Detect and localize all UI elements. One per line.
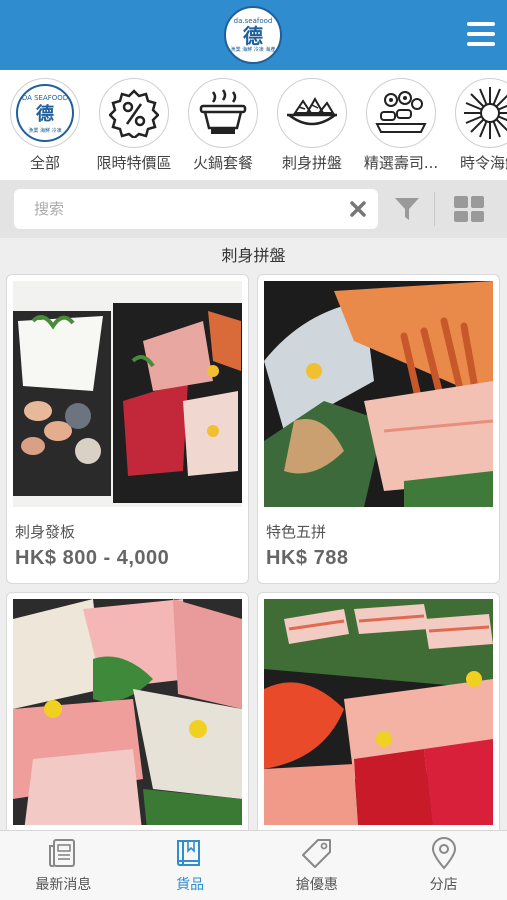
clear-icon[interactable] (348, 199, 368, 219)
product-price: HK$ 788 (266, 547, 349, 569)
svg-text:德: 德 (36, 103, 54, 125)
search-input[interactable] (14, 189, 314, 229)
logo-sub-text: 漁業 海鮮 冷凍 海產 (230, 47, 276, 53)
filter-icon[interactable] (394, 196, 420, 222)
newspaper-icon (49, 839, 76, 867)
brand-logo-icon: DA SEAFOOD 德 漁業 海鮮 冷凍 (10, 78, 80, 148)
category-label: 限時特價區 (96, 154, 172, 172)
category-label: 時令海鮮 (459, 154, 507, 172)
product-photo[interactable] (13, 281, 242, 507)
product-name[interactable]: 特色五拼 (266, 521, 326, 542)
tab-label: 最新消息 (35, 877, 92, 893)
category-all[interactable]: DA SEAFOOD 德 漁業 海鮮 冷凍 全部 (3, 78, 87, 173)
product-card[interactable] (6, 592, 249, 842)
product-price: HK$ 800 - 4,000 (15, 547, 170, 569)
tab-label: 貨品 (176, 877, 205, 893)
svg-text:DA SEAFOOD: DA SEAFOOD (22, 94, 68, 102)
search-toolbar (0, 180, 507, 238)
category-seasonal-seafood[interactable]: 時令海鮮 (448, 78, 507, 173)
price-tag-icon (301, 839, 331, 868)
category-flash-sale[interactable]: 限時特價區 (92, 78, 176, 173)
percent-badge-icon (99, 78, 169, 148)
sea-urchin-icon (455, 78, 507, 148)
product-photo[interactable] (264, 281, 493, 507)
app-header: da.seafood 德 漁業 海鮮 冷凍 海產 (0, 0, 507, 70)
grid-view-icon[interactable] (454, 196, 484, 222)
tab-deals[interactable]: 搶優惠 (254, 831, 381, 900)
category-label: 精選壽司... (363, 154, 439, 172)
product-card[interactable] (257, 592, 500, 842)
product-photo[interactable] (13, 599, 242, 825)
tab-label: 分店 (429, 877, 458, 893)
toolbar-divider (434, 192, 435, 226)
sashimi-platter-icon (277, 78, 347, 148)
category-label: 刺身拼盤 (281, 154, 342, 172)
category-label: 火鍋套餐 (192, 154, 253, 172)
product-photo[interactable] (264, 599, 493, 825)
tab-branches[interactable]: 分店 (380, 831, 507, 900)
category-hotpot[interactable]: 火鍋套餐 (181, 78, 265, 173)
map-pin-icon (431, 837, 456, 870)
hamburger-menu-icon[interactable] (467, 22, 495, 46)
product-name[interactable]: 刺身發板 (15, 521, 75, 542)
tab-label: 搶優惠 (295, 877, 338, 893)
category-strip: DA SEAFOOD 德 漁業 海鮮 冷凍 全部 限時特價區 火鍋套餐 刺身拼盤… (0, 70, 507, 180)
tab-news[interactable]: 最新消息 (0, 831, 127, 900)
section-title: 刺身拼盤 (221, 246, 286, 265)
brand-logo[interactable]: da.seafood 德 漁業 海鮮 冷凍 海產 (224, 6, 282, 64)
category-label: 全部 (29, 154, 60, 172)
category-sashimi-platter[interactable]: 刺身拼盤 (270, 78, 354, 173)
logo-mark: 德 (243, 24, 263, 48)
search-box (14, 189, 378, 229)
product-card[interactable]: 刺身發板 HK$ 800 - 4,000 (6, 274, 249, 584)
tab-products[interactable]: 貨品 (127, 831, 254, 900)
bottom-tab-bar: 最新消息 貨品 搶優惠 分店 (0, 830, 507, 900)
category-selected-sushi[interactable]: 精選壽司... (359, 78, 443, 173)
svg-text:漁業 海鮮 冷凍: 漁業 海鮮 冷凍 (28, 127, 61, 134)
hotpot-icon (188, 78, 258, 148)
sushi-icon (366, 78, 436, 148)
book-icon (177, 840, 201, 866)
product-card[interactable]: 特色五拼 HK$ 788 (257, 274, 500, 584)
